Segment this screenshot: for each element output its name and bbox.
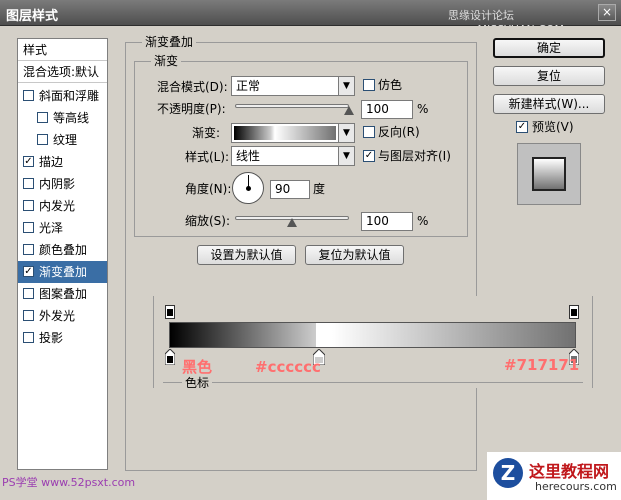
angle-unit: 度 bbox=[313, 182, 326, 196]
checkbox-color-overlay[interactable] bbox=[23, 244, 34, 255]
dialog-title-bar: 图层样式 思缘设计论坛 www.MISSYUAN.COM × bbox=[0, 0, 621, 36]
close-button[interactable]: × bbox=[598, 4, 616, 21]
style-item-texture[interactable]: 纹理 bbox=[18, 129, 107, 151]
style-item-label: 光泽 bbox=[39, 221, 64, 235]
annotation-717171: #717171 bbox=[504, 356, 580, 374]
footer-logo: PS学堂 www.52psxt.com bbox=[2, 476, 136, 489]
style-item-inner-shadow[interactable]: 内阴影 bbox=[18, 173, 107, 195]
gradient-label: 渐变: bbox=[192, 126, 221, 140]
blend-mode-select[interactable]: 正常 ▼ bbox=[231, 76, 355, 96]
style-preview-swatch bbox=[532, 157, 566, 191]
reset-button[interactable]: 复位 bbox=[493, 66, 605, 86]
style-item-gradient-overlay[interactable]: ✓ 渐变叠加 bbox=[18, 261, 107, 283]
dialog-title: 图层样式 bbox=[6, 9, 59, 24]
preview-label: 预览(V) bbox=[532, 120, 574, 134]
color-stop-black[interactable] bbox=[164, 348, 176, 366]
style-item-label: 投影 bbox=[39, 331, 64, 345]
checkbox-gradient-overlay[interactable]: ✓ bbox=[23, 266, 34, 277]
angle-label: 角度(N): bbox=[185, 182, 232, 196]
checkbox-texture[interactable] bbox=[37, 134, 48, 145]
checkbox-pattern-overlay[interactable] bbox=[23, 288, 34, 299]
style-item-label: 内阴影 bbox=[39, 177, 76, 191]
checkbox-outer-glow[interactable] bbox=[23, 310, 34, 321]
reset-to-default-button[interactable]: 复位为默认值 bbox=[305, 245, 404, 265]
checkbox-inner-glow[interactable] bbox=[23, 200, 34, 211]
reverse-checkbox[interactable] bbox=[363, 126, 375, 138]
annotation-black: 黑色 bbox=[182, 358, 213, 376]
color-stops-divider bbox=[163, 382, 583, 383]
style-select[interactable]: 线性 ▼ bbox=[231, 146, 355, 166]
style-value: 线性 bbox=[236, 149, 261, 163]
style-item-bevel-emboss[interactable]: 斜面和浮雕 bbox=[18, 85, 107, 107]
style-item-color-overlay[interactable]: 颜色叠加 bbox=[18, 239, 107, 261]
gradient-preview-swatch bbox=[234, 126, 336, 140]
dither-checkbox[interactable] bbox=[363, 79, 375, 91]
align-with-layer-label: 与图层对齐(I) bbox=[378, 149, 451, 163]
style-item-label: 图案叠加 bbox=[39, 287, 88, 301]
style-preview-box bbox=[517, 143, 581, 205]
scale-label: 缩放(S): bbox=[185, 214, 231, 228]
checkbox-inner-shadow[interactable] bbox=[23, 178, 34, 189]
style-item-inner-glow[interactable]: 内发光 bbox=[18, 195, 107, 217]
align-with-layer-checkbox[interactable]: ✓ bbox=[363, 150, 375, 162]
brand-url: herecours.com bbox=[535, 480, 617, 493]
dither-label: 仿色 bbox=[378, 78, 403, 92]
opacity-label: 不透明度(P): bbox=[157, 102, 226, 116]
preview-checkbox[interactable]: ✓ bbox=[516, 121, 528, 133]
style-item-label: 斜面和浮雕 bbox=[39, 89, 100, 103]
checkbox-bevel-emboss[interactable] bbox=[23, 90, 34, 101]
gradient-subgroup-title: 渐变 bbox=[151, 54, 182, 68]
checkbox-stroke[interactable]: ✓ bbox=[23, 156, 34, 167]
color-stops-title: 色标 bbox=[182, 376, 213, 390]
new-style-button[interactable]: 新建样式(W)... bbox=[493, 94, 605, 114]
style-item-pattern-overlay[interactable]: 图案叠加 bbox=[18, 283, 107, 305]
style-item-outer-glow[interactable]: 外发光 bbox=[18, 305, 107, 327]
brand-badge: Z 这里教程网 herecours.com bbox=[487, 452, 621, 500]
brand-name: 这里教程网 bbox=[529, 462, 610, 481]
blend-mode-label: 混合模式(D): bbox=[157, 80, 228, 94]
scale-unit: % bbox=[417, 214, 429, 228]
gradient-picker[interactable]: ▼ bbox=[231, 123, 355, 143]
chevron-down-icon: ▼ bbox=[338, 77, 354, 95]
opacity-stop-left[interactable] bbox=[165, 305, 175, 319]
gradient-bar[interactable] bbox=[169, 322, 576, 348]
style-list-panel: 样式 混合选项:默认 斜面和浮雕 等高线 纹理 ✓ 描边 内阴影 内发光 光泽 … bbox=[17, 38, 108, 470]
brand-logo-icon: Z bbox=[493, 458, 523, 488]
angle-input[interactable]: 90 bbox=[270, 180, 310, 199]
style-item-drop-shadow[interactable]: 投影 bbox=[18, 327, 107, 349]
style-label: 样式(L): bbox=[185, 150, 230, 164]
angle-dial[interactable] bbox=[232, 172, 264, 204]
style-item-label: 内发光 bbox=[39, 199, 76, 213]
style-item-contour[interactable]: 等高线 bbox=[18, 107, 107, 129]
scale-input[interactable]: 100 bbox=[361, 212, 413, 231]
blend-mode-value: 正常 bbox=[236, 79, 261, 93]
checkbox-satin[interactable] bbox=[23, 222, 34, 233]
style-item-label: 描边 bbox=[39, 155, 64, 169]
ok-button[interactable]: 确定 bbox=[493, 38, 605, 58]
blend-options-item[interactable]: 混合选项:默认 bbox=[18, 61, 107, 83]
opacity-unit: % bbox=[417, 102, 429, 116]
chevron-down-icon: ▼ bbox=[338, 124, 354, 142]
checkbox-contour[interactable] bbox=[37, 112, 48, 123]
set-as-default-button[interactable]: 设置为默认值 bbox=[197, 245, 296, 265]
style-item-label: 纹理 bbox=[53, 133, 78, 147]
style-item-stroke[interactable]: ✓ 描边 bbox=[18, 151, 107, 173]
angle-dial-center bbox=[246, 186, 251, 191]
opacity-slider[interactable] bbox=[235, 104, 349, 108]
opacity-input[interactable]: 100 bbox=[361, 100, 413, 119]
opacity-slider-thumb[interactable] bbox=[344, 106, 354, 115]
scale-slider-thumb[interactable] bbox=[287, 218, 297, 227]
checkbox-drop-shadow[interactable] bbox=[23, 332, 34, 343]
annotation-ccc: #cccccc bbox=[255, 358, 321, 376]
gradient-overlay-title: 渐变叠加 bbox=[142, 35, 197, 49]
style-item-label: 渐变叠加 bbox=[39, 265, 88, 279]
style-item-label: 颜色叠加 bbox=[39, 243, 88, 257]
reverse-label: 反向(R) bbox=[378, 125, 420, 139]
style-item-label: 等高线 bbox=[53, 111, 90, 125]
chevron-down-icon: ▼ bbox=[338, 147, 354, 165]
style-item-label: 外发光 bbox=[39, 309, 76, 323]
style-list-header[interactable]: 样式 bbox=[18, 39, 107, 61]
style-item-satin[interactable]: 光泽 bbox=[18, 217, 107, 239]
opacity-stop-right[interactable] bbox=[569, 305, 579, 319]
